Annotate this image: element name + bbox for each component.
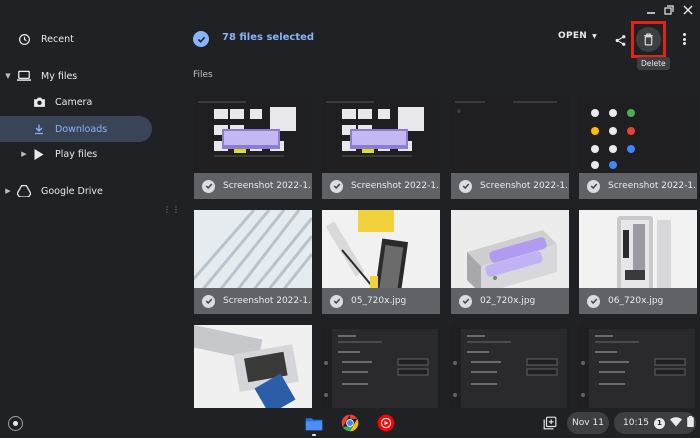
selected-check-icon[interactable]: [330, 294, 343, 308]
file-tile[interactable]: [194, 325, 312, 408]
download-icon: [32, 122, 46, 136]
sidebar-item-camera[interactable]: Camera: [0, 89, 150, 115]
file-tile[interactable]: [579, 325, 697, 408]
file-thumbnail: [322, 325, 440, 408]
wifi-icon: [669, 416, 682, 430]
expand-arrow-icon[interactable]: ▼: [3, 72, 13, 80]
open-label: OPEN: [558, 31, 588, 41]
sidebar-item-label: My files: [41, 70, 78, 82]
selection-count: 78 files selected: [222, 32, 315, 43]
navigation-sidebar: Recent ▼ My files Camera Downloads ▶ Pla…: [0, 0, 160, 408]
file-caption: 02_720x.jpg: [451, 288, 569, 314]
file-tile[interactable]: 02_720x.jpg: [451, 210, 569, 314]
file-tile[interactable]: Screenshot 2022-1...: [194, 210, 312, 314]
file-name: 05_720x.jpg: [351, 296, 407, 306]
file-caption: Screenshot 2022-1...: [579, 173, 697, 199]
file-name: Screenshot 2022-1...: [223, 296, 312, 306]
file-name: Screenshot 2022-1...: [480, 181, 569, 191]
file-caption: 06_720x.jpg: [579, 288, 697, 314]
delete-button[interactable]: [631, 21, 666, 58]
file-tile[interactable]: [322, 325, 440, 408]
chevron-down-icon: ▼: [592, 32, 598, 40]
selected-check-icon[interactable]: [202, 294, 215, 308]
file-thumbnail: [451, 325, 569, 408]
sidebar-item-play-files[interactable]: ▶ Play files: [0, 141, 150, 167]
file-thumbnail: [579, 325, 697, 408]
file-tile[interactable]: Screenshot 2022-1...: [579, 95, 697, 199]
launcher-button[interactable]: [8, 416, 23, 431]
file-tile[interactable]: [451, 325, 569, 408]
file-name: 02_720x.jpg: [480, 296, 536, 306]
file-name: 06_720x.jpg: [608, 296, 664, 306]
expand-arrow-icon[interactable]: ▶: [19, 150, 29, 158]
file-tile[interactable]: 06_720x.jpg: [579, 210, 697, 314]
sidebar-item-label: Downloads: [55, 123, 108, 135]
sidebar-resize-handle[interactable]: ⋮⋮: [163, 206, 180, 220]
google-drive-icon: [17, 184, 31, 198]
trash-icon: [636, 27, 661, 52]
file-tile[interactable]: 05_720x.jpg: [322, 210, 440, 314]
chrome-app-icon[interactable]: [338, 411, 362, 435]
more-options-icon[interactable]: [680, 31, 688, 47]
clock-icon: [17, 32, 31, 46]
file-name: Screenshot 2022-1...: [608, 181, 697, 191]
file-name: Screenshot 2022-1...: [223, 181, 312, 191]
file-name: Screenshot 2022-1...: [351, 181, 440, 191]
file-caption: Screenshot 2022-1...: [451, 173, 569, 199]
selection-check-icon[interactable]: [193, 31, 209, 47]
date-label: Nov 11: [572, 418, 604, 428]
file-caption: Screenshot 2022-1...: [322, 173, 440, 199]
sidebar-item-my-files[interactable]: ▼ My files: [0, 63, 150, 89]
notification-count-badge: 1: [653, 417, 665, 429]
selected-check-icon[interactable]: [330, 179, 343, 193]
youtube-music-app-icon[interactable]: [374, 411, 398, 435]
shelf: Nov 11 10:15 1: [0, 408, 700, 438]
laptop-icon: [17, 69, 31, 83]
section-heading: Files: [193, 70, 213, 80]
date-tray[interactable]: Nov 11: [567, 412, 609, 434]
sidebar-item-google-drive[interactable]: ▶ Google Drive: [0, 178, 150, 204]
sidebar-item-label: Camera: [55, 96, 93, 108]
google-play-icon: [32, 147, 46, 161]
files-app-icon[interactable]: [302, 411, 326, 436]
sidebar-item-label: Recent: [41, 33, 74, 45]
selected-check-icon[interactable]: [459, 179, 472, 193]
status-tray[interactable]: 10:15 1: [614, 412, 696, 434]
minimize-icon[interactable]: [645, 4, 657, 16]
camera-icon: [32, 95, 46, 109]
file-thumbnail: [194, 325, 312, 408]
sidebar-item-downloads[interactable]: Downloads: [0, 116, 152, 142]
sidebar-item-recent[interactable]: Recent: [0, 26, 150, 52]
file-caption: Screenshot 2022-1...: [194, 173, 312, 199]
selected-check-icon[interactable]: [459, 294, 472, 308]
time-label: 10:15: [623, 418, 649, 428]
open-button[interactable]: OPEN ▼: [558, 31, 597, 41]
selected-check-icon[interactable]: [202, 179, 215, 193]
selected-check-icon[interactable]: [587, 294, 600, 308]
sidebar-item-label: Google Drive: [41, 185, 103, 197]
sidebar-item-label: Play files: [55, 148, 98, 160]
expand-arrow-icon[interactable]: ▶: [3, 187, 13, 195]
file-caption: Screenshot 2022-1...: [194, 288, 312, 314]
tote-holding-space-icon[interactable]: [538, 411, 562, 435]
close-icon[interactable]: [682, 4, 694, 16]
battery-icon: [687, 416, 694, 430]
file-tile[interactable]: Screenshot 2022-1...: [322, 95, 440, 199]
selected-check-icon[interactable]: [587, 179, 600, 193]
share-icon[interactable]: [614, 32, 628, 46]
file-caption: 05_720x.jpg: [322, 288, 440, 314]
file-tile[interactable]: Screenshot 2022-1...: [194, 95, 312, 199]
file-tile[interactable]: Screenshot 2022-1...: [451, 95, 569, 199]
delete-tooltip: Delete: [637, 57, 670, 70]
maximize-icon[interactable]: [663, 4, 675, 16]
